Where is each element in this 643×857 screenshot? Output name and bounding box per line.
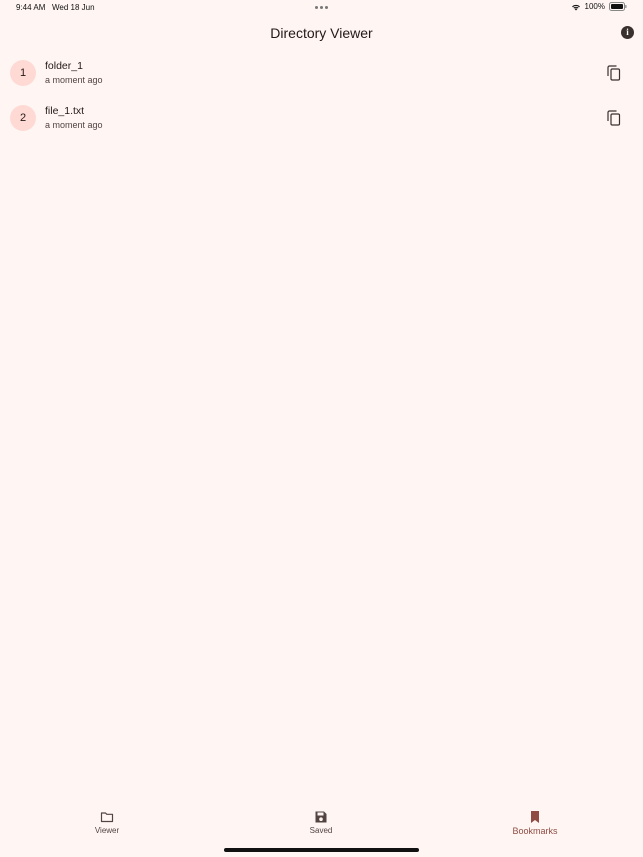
save-icon: [314, 810, 328, 824]
battery-percentage: 100%: [584, 2, 605, 11]
nav-item-viewer[interactable]: Viewer: [67, 810, 147, 835]
item-index-avatar: 1: [10, 60, 36, 86]
copy-icon[interactable]: [607, 65, 621, 81]
nav-item-saved[interactable]: Saved: [281, 810, 361, 835]
app-bar: Directory Viewer i: [0, 18, 643, 48]
status-bar: 9:44 AM Wed 18 Jun 100%: [0, 0, 643, 16]
folder-icon: [100, 810, 114, 824]
list-item[interactable]: 1 folder_1 a moment ago: [0, 50, 643, 95]
status-date: Wed 18 Jun: [52, 3, 95, 12]
list-item[interactable]: 2 file_1.txt a moment ago: [0, 95, 643, 140]
home-indicator[interactable]: [224, 848, 419, 852]
battery-icon: [609, 2, 627, 11]
item-name: folder_1: [45, 60, 83, 72]
multitasking-dots-icon[interactable]: [315, 6, 328, 9]
status-indicators: 100%: [571, 2, 627, 11]
item-name: file_1.txt: [45, 105, 85, 117]
nav-label: Saved: [309, 826, 333, 835]
nav-label: Bookmarks: [512, 826, 558, 836]
item-timestamp: a moment ago: [45, 75, 103, 85]
item-timestamp: a moment ago: [45, 120, 103, 130]
bookmark-icon: [528, 810, 542, 824]
nav-item-bookmarks[interactable]: Bookmarks: [495, 810, 575, 836]
wifi-icon: [571, 3, 581, 11]
page-title: Directory Viewer: [270, 25, 373, 41]
nav-label: Viewer: [94, 826, 120, 835]
info-icon[interactable]: i: [621, 26, 634, 39]
item-index-avatar: 2: [10, 105, 36, 131]
directory-list: 1 folder_1 a moment ago 2 file_1.txt a m…: [0, 50, 643, 140]
copy-icon[interactable]: [607, 110, 621, 126]
status-time: 9:44 AM: [16, 3, 46, 12]
